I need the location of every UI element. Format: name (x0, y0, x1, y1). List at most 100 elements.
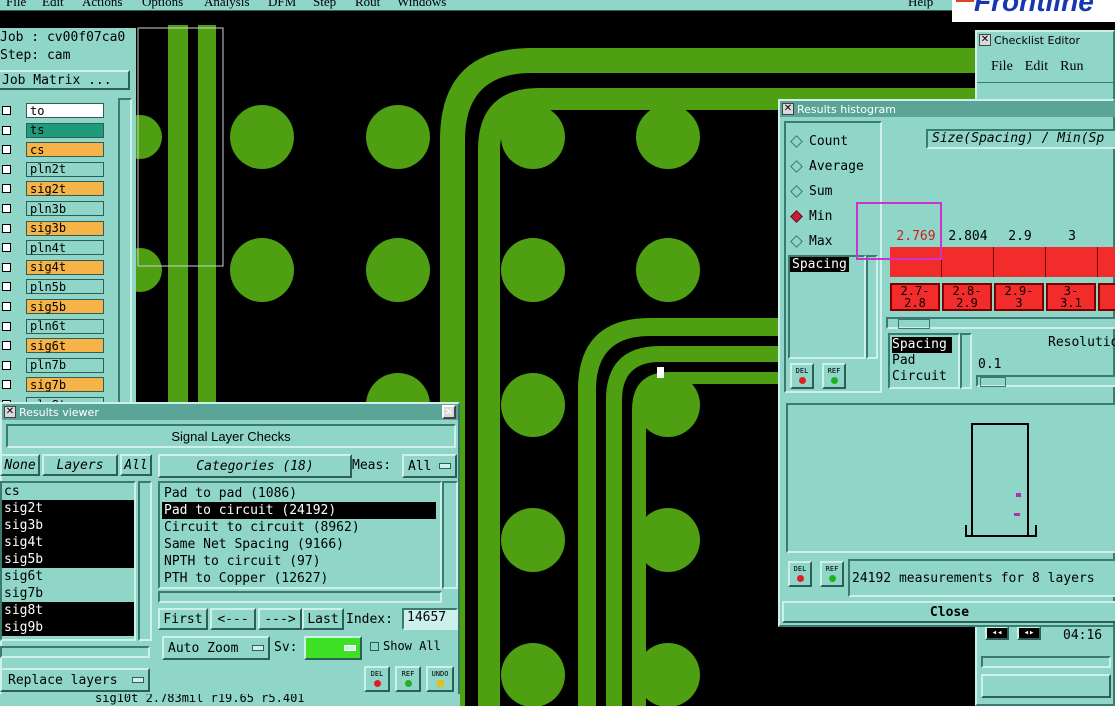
layer-checkbox[interactable] (2, 262, 11, 272)
layer-checkbox[interactable] (2, 164, 11, 174)
radio-icon[interactable] (790, 210, 803, 223)
layer-row-pln5b[interactable]: pln5b (0, 279, 118, 295)
first-button[interactable]: First (158, 608, 208, 630)
layer-row-sig2t[interactable]: sig2t (0, 181, 118, 197)
window-menu-icon[interactable]: ✕ (979, 34, 991, 46)
layer-checkbox[interactable] (2, 380, 11, 390)
next-button[interactable]: ---> (258, 608, 302, 630)
meas-select[interactable]: All (402, 454, 457, 478)
menu-actions[interactable]: Actions (82, 0, 142, 10)
results-viewer-titlebar[interactable]: ✕ Results viewer ✕ (2, 404, 458, 420)
layer-row-sig6t[interactable]: sig6t (0, 338, 118, 354)
layer-checkbox[interactable] (2, 106, 11, 115)
categories-scrollbar[interactable] (442, 481, 458, 589)
preview-ref-button[interactable]: REF (820, 561, 844, 587)
measure-list[interactable]: Spacing (788, 255, 866, 359)
layer-name[interactable]: pln4t (26, 240, 104, 256)
results-layer-item[interactable]: cs (2, 483, 134, 500)
window-menu-icon[interactable]: ✕ (4, 406, 16, 418)
layer-row-pln2t[interactable]: pln2t (0, 161, 118, 177)
auto-zoom-select[interactable]: Auto Zoom (162, 636, 270, 660)
mode-average[interactable]: Average (790, 154, 864, 179)
menu-help[interactable]: Help (908, 0, 933, 10)
layer-checkbox[interactable] (2, 321, 11, 331)
layer-name[interactable]: sig3b (26, 220, 104, 236)
layer-row-pln7b[interactable]: pln7b (0, 357, 118, 373)
layer-row-ts[interactable]: ts (0, 122, 118, 138)
histogram-bar[interactable] (1098, 247, 1115, 277)
histogram-bar[interactable] (942, 247, 994, 277)
category-item[interactable]: PTH to Copper (12627) (162, 570, 436, 587)
radio-icon[interactable] (790, 160, 803, 173)
menu-edit[interactable]: Edit (42, 0, 82, 10)
scroll-thumb[interactable] (898, 319, 930, 329)
attribute-list[interactable]: Spacing Pad Circuit (888, 333, 960, 389)
slider-thumb[interactable] (980, 377, 1006, 387)
measure-scrollbar[interactable] (866, 255, 878, 359)
layer-name[interactable]: ts (26, 122, 104, 138)
index-input[interactable]: 14657 (402, 608, 458, 630)
layer-name[interactable]: to (26, 103, 104, 118)
layer-list-scrollbar[interactable] (138, 481, 152, 641)
layer-list-hscrollbar[interactable] (0, 646, 150, 658)
results-layer-list[interactable]: cs sig2t sig3b sig4t sig5b sig6t sig7b sig8t sig… (0, 481, 136, 641)
layers-button[interactable]: Layers (42, 454, 118, 476)
attribute-item[interactable]: Circuit (892, 369, 958, 385)
layer-checkbox[interactable] (2, 145, 11, 155)
job-matrix-button[interactable]: Job Matrix ... (0, 70, 130, 90)
preview-delete-button[interactable]: DEL (788, 561, 812, 587)
play-button[interactable]: ◂▸ (1017, 626, 1041, 640)
none-button[interactable]: None (0, 454, 40, 476)
layer-row-sig5b[interactable]: sig5b (0, 299, 118, 314)
layer-row-pln3b[interactable]: pln3b (0, 201, 118, 216)
results-layer-item[interactable]: sig8t (2, 602, 134, 619)
layer-name[interactable]: pln7b (26, 357, 104, 373)
histogram-hscrollbar[interactable] (886, 317, 1115, 329)
layer-checkbox[interactable] (2, 360, 11, 370)
layer-checkbox[interactable] (2, 302, 11, 311)
layer-checkbox[interactable] (2, 243, 11, 253)
resolution-slider[interactable] (976, 375, 1115, 387)
menu-file[interactable]: File (6, 0, 42, 10)
ref-button[interactable]: REF (395, 666, 421, 692)
checklist-action-button[interactable] (981, 674, 1111, 698)
delete-button[interactable]: DEL (364, 666, 390, 692)
close-icon[interactable]: ✕ (442, 405, 456, 419)
category-item[interactable]: Pad to circuit (24192) (162, 502, 436, 519)
results-layer-item[interactable]: sig7b (2, 585, 134, 602)
checklist-editor-titlebar[interactable]: ✕ Checklist Editor (977, 32, 1113, 48)
results-layer-item[interactable]: sig2t (2, 500, 134, 517)
last-button[interactable]: Last (302, 608, 344, 630)
category-item[interactable]: Circuit to circuit (8962) (162, 519, 436, 536)
radio-icon[interactable] (790, 185, 803, 198)
menu-dfm[interactable]: DFM (268, 0, 313, 10)
attribute-item[interactable]: Spacing (892, 337, 952, 353)
results-layer-item[interactable]: sig5b (2, 551, 134, 568)
results-layer-item[interactable]: sig3b (2, 517, 134, 534)
layer-checkbox[interactable] (2, 282, 11, 292)
layer-checkbox[interactable] (2, 184, 11, 194)
layer-checkbox[interactable] (2, 223, 11, 233)
layer-row-to[interactable]: to (0, 103, 118, 118)
mode-count[interactable]: Count (790, 129, 864, 154)
mode-min[interactable]: Min (790, 204, 864, 229)
layer-row-sig3b[interactable]: sig3b (0, 220, 118, 236)
categories-hscrollbar[interactable] (158, 591, 442, 603)
sv-color-select[interactable] (304, 636, 362, 660)
layer-name[interactable]: sig2t (26, 181, 104, 197)
layer-checkbox[interactable] (2, 341, 11, 351)
histogram-ref-button[interactable]: REF (822, 363, 846, 389)
radio-icon[interactable] (790, 235, 803, 248)
checklist-scrollbar[interactable] (981, 656, 1111, 668)
layer-name[interactable]: pln5b (26, 279, 104, 295)
layer-name[interactable]: pln3b (26, 201, 104, 216)
histogram-close-button[interactable]: Close (782, 601, 1115, 623)
attribute-item[interactable]: Pad (892, 353, 958, 369)
menu-windows[interactable]: Windows (397, 0, 457, 10)
replace-layers-select[interactable]: Replace layers (0, 668, 150, 692)
checklist-menu-file[interactable]: File (991, 59, 1013, 75)
histogram-bar[interactable] (1046, 247, 1098, 277)
layer-name[interactable]: sig6t (26, 338, 104, 354)
category-item[interactable]: NPTH to circuit (97) (162, 553, 436, 570)
histogram-bar[interactable] (994, 247, 1046, 277)
